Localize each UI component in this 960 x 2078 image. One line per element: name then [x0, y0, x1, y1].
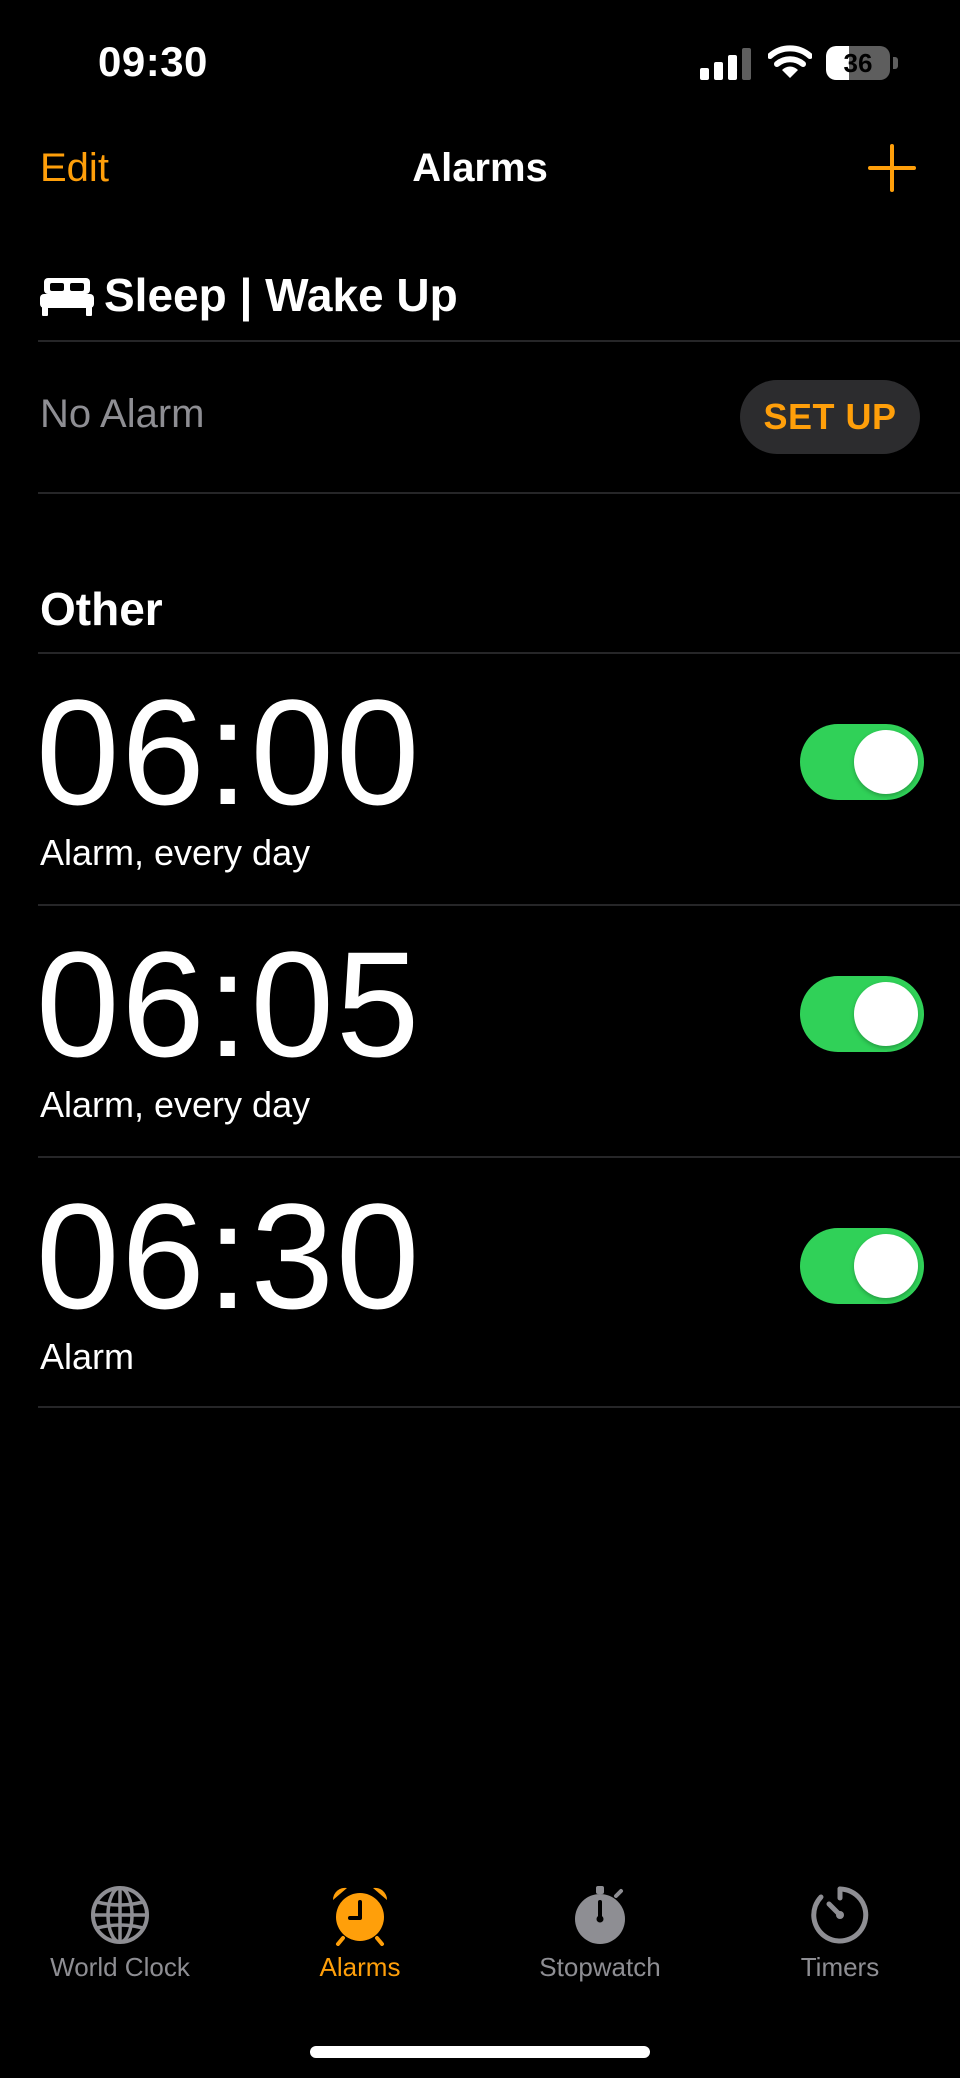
tab-label: World Clock [50, 1952, 190, 1982]
battery-indicator: 36 [826, 46, 898, 80]
toggle-knob [854, 1234, 918, 1298]
toggle-knob [854, 730, 918, 794]
alarm-row[interactable]: 06:30 Alarm [0, 1158, 960, 1410]
cellular-signal-icon [700, 48, 751, 80]
alarm-time: 06:05 [36, 920, 422, 1088]
sleep-status-text: No Alarm [40, 392, 205, 436]
alarm-time: 06:00 [36, 668, 422, 836]
alarm-toggle[interactable] [800, 976, 924, 1052]
wifi-icon [768, 45, 812, 78]
divider [38, 492, 960, 494]
alarm-label: Alarm [40, 1336, 135, 1377]
alarm-toggle[interactable] [800, 724, 924, 800]
add-alarm-plus-icon[interactable] [864, 140, 920, 196]
sleep-section-title: Sleep | Wake Up [104, 269, 458, 321]
alarm-time: 06:30 [36, 1172, 422, 1340]
set-up-button[interactable]: SET UP [740, 380, 920, 454]
alarm-label: Alarm, every day [40, 1084, 311, 1125]
tab-label: Timers [800, 1952, 880, 1982]
alarm-row[interactable]: 06:00 Alarm, every day [0, 654, 960, 906]
stopwatch-icon [575, 1886, 625, 1944]
tab-label: Stopwatch [539, 1952, 661, 1982]
other-section-title: Other [40, 583, 163, 635]
alarm-row[interactable]: 06:05 Alarm, every day [0, 906, 960, 1158]
page-title: Alarms [412, 146, 548, 190]
alarm-toggle[interactable] [800, 1228, 924, 1304]
alarm-label: Alarm, every day [40, 832, 311, 873]
status-bar-time: 09:30 [98, 38, 208, 85]
battery-cap [893, 57, 898, 69]
tab-stopwatch[interactable]: Stopwatch [480, 1884, 720, 1994]
globe-icon [91, 1886, 149, 1944]
tab-timers[interactable]: Timers [720, 1884, 960, 1994]
tab-label: Alarms [319, 1952, 401, 1982]
divider [38, 1406, 960, 1408]
tab-alarms[interactable]: Alarms [240, 1884, 480, 1994]
divider [38, 340, 960, 342]
bed-icon [40, 278, 94, 316]
toggle-knob [854, 982, 918, 1046]
tab-world-clock[interactable]: World Clock [0, 1884, 240, 1994]
home-indicator[interactable] [310, 2046, 650, 2058]
timer-icon [811, 1886, 869, 1944]
alarm-clock-icon [332, 1887, 388, 1946]
battery-level-text: 36 [843, 48, 873, 78]
